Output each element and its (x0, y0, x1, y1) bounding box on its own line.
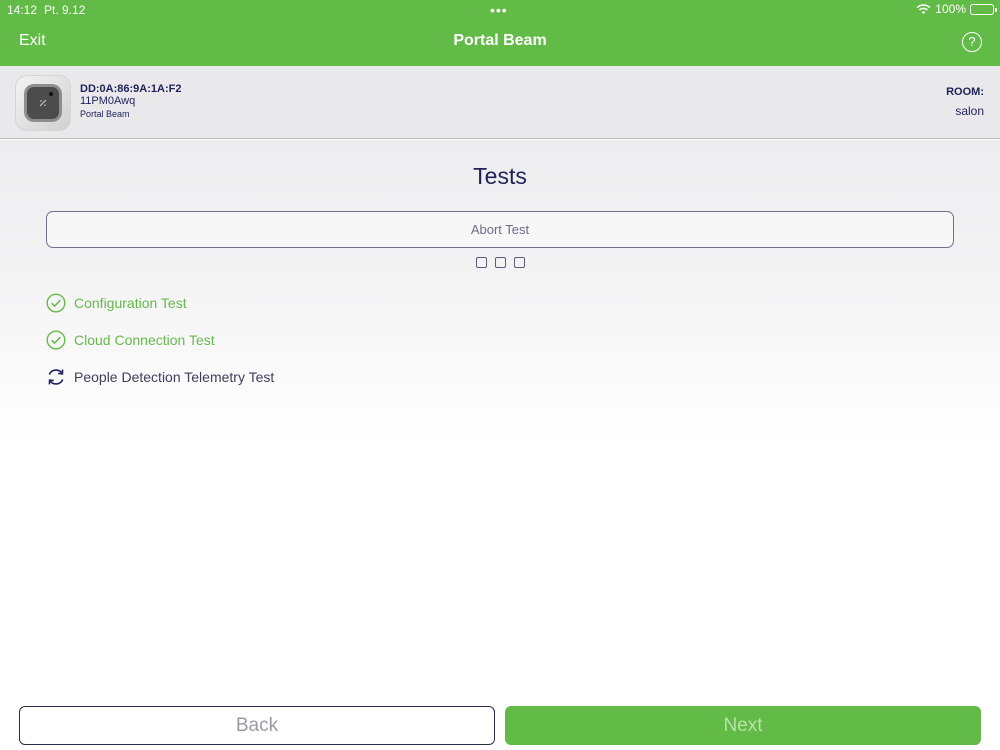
test-item-configuration: Configuration Test (46, 292, 187, 314)
device-mac-address: DD:0A:86:9A:1A:F2 (80, 83, 182, 95)
top-bar: 14:12 Pt. 9.12 ••• 100% Exit Portal Beam… (0, 0, 1000, 66)
progress-dots (476, 257, 525, 268)
progress-dot (495, 257, 506, 268)
status-indicators: 100% (916, 2, 997, 16)
battery-icon (970, 3, 997, 15)
test-label: People Detection Telemetry Test (74, 369, 275, 385)
test-label: Cloud Connection Test (74, 332, 215, 348)
help-icon[interactable]: ? (962, 32, 982, 52)
nav-title: Portal Beam (453, 32, 547, 49)
device-image (15, 75, 71, 131)
device-type: Portal Beam (80, 109, 130, 119)
device-header (0, 66, 1000, 139)
check-circle-icon (46, 293, 66, 313)
progress-dot (476, 257, 487, 268)
device-identifier: 11PM0Awq (80, 95, 136, 107)
test-item-people-detection: People Detection Telemetry Test (46, 366, 274, 388)
device-logo-icon (39, 99, 47, 107)
check-circle-icon (46, 330, 66, 350)
test-item-cloud-connection: Cloud Connection Test (46, 329, 215, 351)
wifi-icon (916, 4, 931, 15)
status-date: Pt. 9.12 (44, 3, 86, 17)
room-label: ROOM: (946, 86, 984, 98)
next-button[interactable]: Next (505, 706, 981, 745)
multitasking-dots-icon[interactable]: ••• (490, 2, 508, 18)
status-time: 14:12 (7, 3, 38, 17)
progress-dot (514, 257, 525, 268)
test-label: Configuration Test (74, 295, 187, 311)
abort-test-button[interactable]: Abort Test (46, 211, 954, 248)
back-button[interactable]: Back (19, 706, 495, 745)
refresh-icon (48, 369, 64, 385)
page-title: Tests (473, 163, 527, 189)
battery-percent: 100% (935, 2, 966, 16)
room-value: salon (955, 104, 984, 118)
